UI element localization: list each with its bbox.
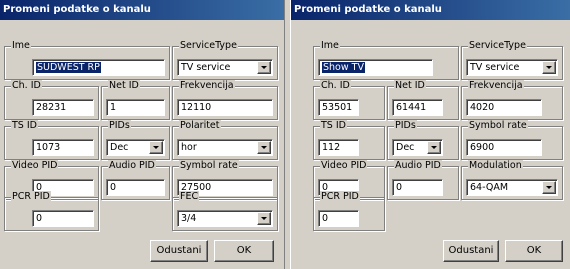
pids-group: PIDs Dec	[101, 120, 170, 160]
service-type-group: ServiceType TV service	[461, 40, 563, 80]
ch-id-label: Ch. ID	[320, 80, 351, 92]
audio-pid-input[interactable]: 0	[106, 179, 165, 196]
pcr-pid-label: PCR PID	[11, 191, 51, 203]
chevron-down-icon[interactable]	[257, 212, 271, 225]
name-label: Ime	[320, 40, 340, 52]
pids-select[interactable]: Dec	[106, 139, 165, 156]
modulation-group: Modulation 64-QAM	[461, 160, 563, 200]
audio-pid-group: Audio PID 0	[387, 160, 459, 200]
ch-id-input[interactable]: 28231	[32, 99, 94, 116]
fec-select[interactable]: 3/4	[177, 210, 273, 227]
net-id-group: Net ID 1	[101, 80, 170, 120]
cancel-button[interactable]: Odustani	[443, 240, 499, 262]
net-id-label: Net ID	[394, 80, 426, 92]
pcr-pid-input[interactable]: 0	[318, 210, 359, 227]
pcr-pid-group: PCR PID 0	[313, 191, 385, 231]
ts-id-group: TS ID 112	[313, 120, 385, 160]
name-group: Ime SÜDWEST RP	[4, 40, 170, 80]
name-group: Ime Show TV	[313, 40, 459, 80]
ts-id-label: TS ID	[11, 120, 38, 132]
polarity-group: Polaritet hor	[172, 120, 278, 160]
pcr-pid-group: PCR PID 0	[4, 191, 99, 231]
channel-edit-dialog-cable: Promeni podatke o kanalu Ime Show TV Ser…	[290, 0, 570, 269]
service-type-label: ServiceType	[179, 40, 238, 52]
cancel-button[interactable]: Odustani	[150, 240, 208, 262]
polarity-select[interactable]: hor	[177, 139, 273, 156]
audio-pid-input[interactable]: 0	[392, 179, 443, 196]
pids-select[interactable]: Dec	[392, 139, 443, 156]
symbol-rate-label: Symbol rate	[468, 120, 528, 132]
symbol-rate-input[interactable]: 6900	[466, 139, 542, 156]
net-id-input[interactable]: 61441	[392, 99, 443, 116]
chevron-down-icon[interactable]	[542, 181, 556, 194]
name-input[interactable]: SÜDWEST RP	[32, 59, 165, 76]
frequency-group: Frekvencija 12110	[172, 80, 278, 120]
pids-label: PIDs	[108, 120, 131, 132]
video-pid-label: Video PID	[320, 160, 368, 172]
ch-id-label: Ch. ID	[11, 80, 42, 92]
channel-edit-dialog-satellite: Promeni podatke o kanalu Ime SÜDWEST RP …	[0, 0, 285, 269]
symbol-rate-group: Symbol rate 6900	[461, 120, 563, 160]
symbol-rate-label: Symbol rate	[179, 160, 239, 172]
frequency-group: Frekvencija 4020	[461, 80, 563, 120]
frequency-input[interactable]: 12110	[177, 99, 273, 116]
ts-id-group: TS ID 1073	[4, 120, 99, 160]
polarity-label: Polaritet	[179, 120, 221, 132]
modulation-select[interactable]: 64-QAM	[466, 179, 558, 196]
ts-id-input[interactable]: 1073	[32, 139, 94, 156]
ch-id-group: Ch. ID 53501	[313, 80, 385, 120]
ok-button[interactable]: OK	[505, 240, 563, 262]
service-type-select[interactable]: TV service	[466, 59, 558, 76]
chevron-down-icon[interactable]	[427, 141, 441, 154]
service-type-label: ServiceType	[468, 40, 527, 52]
video-pid-label: Video PID	[11, 160, 59, 172]
pcr-pid-label: PCR PID	[320, 191, 360, 203]
ts-id-label: TS ID	[320, 120, 347, 132]
frequency-input[interactable]: 4020	[466, 99, 542, 116]
pids-label: PIDs	[394, 120, 417, 132]
modulation-label: Modulation	[468, 160, 523, 172]
audio-pid-label: Audio PID	[108, 160, 156, 172]
dialog-title: Promeni podatke o kanalu	[291, 0, 570, 20]
pids-group: PIDs Dec	[387, 120, 459, 160]
ch-id-group: Ch. ID 28231	[4, 80, 99, 120]
service-type-group: ServiceType TV service	[172, 40, 278, 80]
chevron-down-icon[interactable]	[542, 61, 556, 74]
service-type-select[interactable]: TV service	[177, 59, 273, 76]
fec-group: FEC 3/4	[172, 191, 278, 231]
chevron-down-icon[interactable]	[257, 61, 271, 74]
frequency-label: Frekvencija	[179, 80, 235, 92]
pcr-pid-input[interactable]: 0	[32, 210, 94, 227]
name-label: Ime	[11, 40, 31, 52]
name-input[interactable]: Show TV	[318, 59, 433, 76]
ok-button[interactable]: OK	[214, 240, 274, 262]
chevron-down-icon[interactable]	[257, 141, 271, 154]
audio-pid-group: Audio PID 0	[101, 160, 170, 200]
dialog-title: Promeni podatke o kanalu	[0, 0, 284, 20]
net-id-label: Net ID	[108, 80, 140, 92]
audio-pid-label: Audio PID	[394, 160, 442, 172]
net-id-group: Net ID 61441	[387, 80, 459, 120]
ch-id-input[interactable]: 53501	[318, 99, 359, 116]
ts-id-input[interactable]: 112	[318, 139, 359, 156]
net-id-input[interactable]: 1	[106, 99, 165, 116]
frequency-label: Frekvencija	[468, 80, 524, 92]
chevron-down-icon[interactable]	[149, 141, 163, 154]
fec-label: FEC	[179, 191, 200, 203]
